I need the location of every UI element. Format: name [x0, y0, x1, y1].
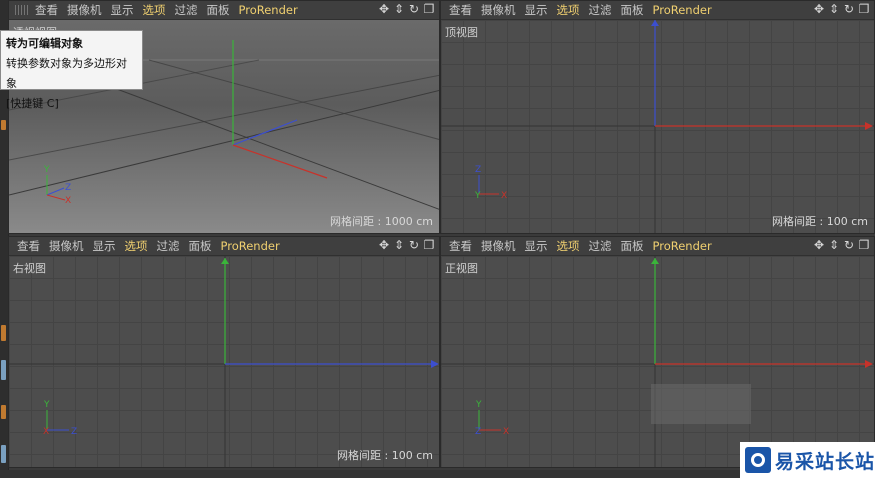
menu-filter[interactable]: 过滤: [175, 2, 207, 18]
viewport-front[interactable]: 查看 摄像机 显示 选项 过滤 面板 ProRender ✥ ⇕ ↻ ❐ Y Z…: [440, 236, 875, 468]
tool-icon[interactable]: [1, 120, 6, 130]
svg-text:Z: Z: [65, 183, 71, 193]
tool-icon[interactable]: [1, 325, 6, 341]
viewport-menubar: 查看 摄像机 显示 选项 过滤 面板 ProRender ✥ ⇕ ↻ ❐: [441, 237, 874, 256]
svg-text:X: X: [503, 427, 509, 437]
front-axes: Y Z X: [441, 256, 874, 467]
viewport-menubar: 查看 摄像机 显示 选项 过滤 面板 ProRender ✥ ⇕ ↻ ❐: [441, 1, 874, 20]
rotate-view-icon[interactable]: ↻: [843, 239, 855, 252]
zoom-view-icon[interactable]: ⇕: [828, 3, 840, 16]
viewport-menubar: 查看 摄像机 显示 选项 过滤 面板 ProRender ✥ ⇕ ↻ ❐: [9, 237, 439, 256]
viewport-right[interactable]: 查看 摄像机 显示 选项 过滤 面板 ProRender ✥ ⇕ ↻ ❐ Y X…: [8, 236, 440, 468]
tool-icon[interactable]: [1, 445, 6, 463]
viewport-canvas[interactable]: Y Z X 正视图: [441, 256, 874, 467]
tool-icon[interactable]: [1, 360, 6, 380]
drag-handle-icon[interactable]: [15, 5, 29, 15]
svg-text:X: X: [65, 196, 71, 206]
svg-text:Y: Y: [475, 400, 482, 410]
rotate-view-icon[interactable]: ↻: [408, 239, 420, 252]
menu-display[interactable]: 显示: [525, 238, 557, 254]
menu-view[interactable]: 查看: [35, 2, 67, 18]
watermark-logo-icon: [745, 447, 771, 473]
menu-display[interactable]: 显示: [111, 2, 143, 18]
maximize-view-icon[interactable]: ❐: [423, 239, 435, 252]
menu-filter[interactable]: 过滤: [157, 238, 189, 254]
zoom-view-icon[interactable]: ⇕: [828, 239, 840, 252]
menu-panel[interactable]: 面板: [621, 238, 653, 254]
svg-text:Z: Z: [71, 427, 77, 437]
viewport-label: 右视图: [13, 262, 46, 275]
menu-options[interactable]: 选项: [557, 2, 589, 18]
menu-view[interactable]: 查看: [17, 238, 49, 254]
tooltip-description: 转换参数对象为多边形对象: [6, 57, 127, 90]
viewport-label: 顶视图: [445, 26, 478, 39]
menu-camera[interactable]: 摄像机: [67, 2, 111, 18]
svg-text:Y: Y: [474, 191, 481, 201]
menu-filter[interactable]: 过滤: [589, 2, 621, 18]
tooltip-title: 转为可编辑对象: [6, 37, 83, 50]
menu-options[interactable]: 选项: [143, 2, 175, 18]
menu-prorender[interactable]: ProRender: [239, 3, 307, 17]
move-view-icon[interactable]: ✥: [378, 239, 390, 252]
watermark-text: 易采站长站: [775, 450, 875, 473]
menu-camera[interactable]: 摄像机: [481, 2, 525, 18]
menu-panel[interactable]: 面板: [189, 238, 221, 254]
svg-text:Y: Y: [43, 165, 50, 175]
rotate-view-icon[interactable]: ↻: [843, 3, 855, 16]
menu-camera[interactable]: 摄像机: [49, 238, 93, 254]
menu-prorender[interactable]: ProRender: [653, 239, 721, 253]
svg-text:X: X: [501, 191, 507, 201]
command-tooltip: 转为可编辑对象 转换参数对象为多边形对象 [快捷键 C]: [0, 30, 143, 110]
viewport-top[interactable]: 查看 摄像机 显示 选项 过滤 面板 ProRender ✥ ⇕ ↻ ❐ Z Y…: [440, 0, 875, 234]
rotate-view-icon[interactable]: ↻: [408, 3, 420, 16]
menu-panel[interactable]: 面板: [207, 2, 239, 18]
viewport-canvas[interactable]: Z Y X 顶视图 网格间距 : 100 cm: [441, 20, 874, 233]
viewport-canvas[interactable]: Y X Z 右视图 网格间距 : 100 cm: [9, 256, 439, 467]
svg-text:Z: Z: [475, 427, 481, 437]
move-view-icon[interactable]: ✥: [813, 239, 825, 252]
top-axes: Z Y X: [441, 20, 874, 233]
menu-display[interactable]: 显示: [93, 238, 125, 254]
viewport-label: 正视图: [445, 262, 478, 275]
tooltip-shortcut: [快捷键 C]: [6, 97, 59, 110]
menu-panel[interactable]: 面板: [621, 2, 653, 18]
menu-options[interactable]: 选项: [125, 238, 157, 254]
maximize-view-icon[interactable]: ❐: [858, 239, 870, 252]
move-view-icon[interactable]: ✥: [813, 3, 825, 16]
menu-filter[interactable]: 过滤: [589, 238, 621, 254]
svg-text:Y: Y: [43, 400, 50, 410]
grid-spacing-readout: 网格间距 : 100 cm: [772, 215, 868, 228]
tool-icon[interactable]: [1, 405, 6, 419]
grid-spacing-readout: 网格间距 : 100 cm: [337, 449, 433, 462]
menu-options[interactable]: 选项: [557, 238, 589, 254]
watermark: 易采站长站: [740, 442, 875, 478]
menu-view[interactable]: 查看: [449, 238, 481, 254]
menu-view[interactable]: 查看: [449, 2, 481, 18]
menu-prorender[interactable]: ProRender: [221, 239, 289, 253]
svg-text:X: X: [43, 427, 49, 437]
grid-spacing-readout: 网格间距 : 1000 cm: [330, 215, 433, 228]
zoom-view-icon[interactable]: ⇕: [393, 3, 405, 16]
maximize-view-icon[interactable]: ❐: [858, 3, 870, 16]
menu-display[interactable]: 显示: [525, 2, 557, 18]
right-axes: Y X Z: [9, 256, 439, 467]
menu-prorender[interactable]: ProRender: [653, 3, 721, 17]
viewport-menubar: 查看 摄像机 显示 选项 过滤 面板 ProRender ✥ ⇕ ↻ ❐: [9, 1, 439, 20]
move-view-icon[interactable]: ✥: [378, 3, 390, 16]
zoom-view-icon[interactable]: ⇕: [393, 239, 405, 252]
svg-text:Z: Z: [475, 165, 481, 175]
maximize-view-icon[interactable]: ❐: [423, 3, 435, 16]
menu-camera[interactable]: 摄像机: [481, 238, 525, 254]
